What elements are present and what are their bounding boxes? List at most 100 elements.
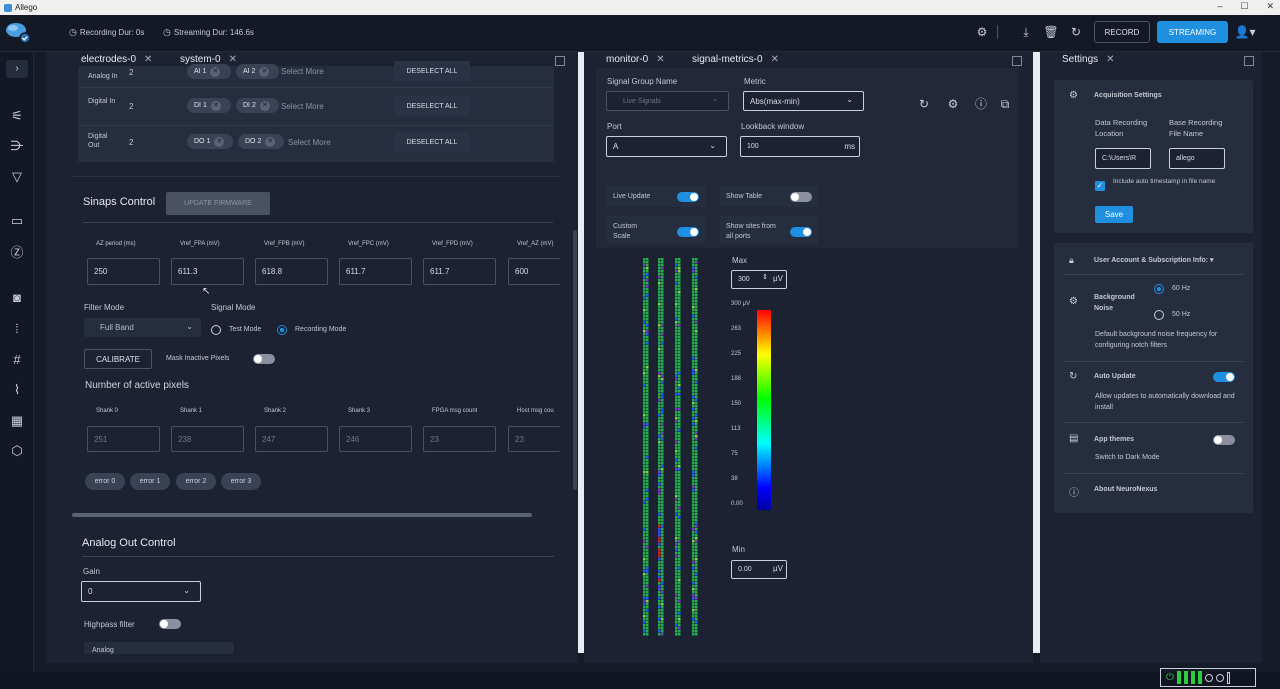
close-tab-icon[interactable]: ✕ <box>656 54 664 65</box>
dark-mode-toggle[interactable] <box>1213 435 1235 445</box>
signal-group-select[interactable]: Live Signals ⌄ <box>606 91 729 111</box>
refresh-icon[interactable]: ↻ <box>1068 24 1084 40</box>
tab-monitor[interactable]: monitor-0 ✕ <box>606 54 665 65</box>
calibrate-button[interactable]: CALIBRATE <box>84 349 152 369</box>
tab-electrodes[interactable]: electrodes-0 ✕ <box>81 54 152 65</box>
close-tab-icon[interactable]: ✕ <box>1106 54 1114 65</box>
chip[interactable]: DI 1 ✕ <box>187 98 231 113</box>
settings-gear-icon[interactable]: ⚙ <box>974 24 990 40</box>
deselect-all-button[interactable]: DESELECT ALL <box>394 96 470 116</box>
close-tab-icon[interactable]: ✕ <box>771 54 779 65</box>
select-more[interactable]: Select More <box>288 138 331 147</box>
test-mode-radio[interactable] <box>211 325 221 335</box>
waveform-icon[interactable]: ⦙ <box>6 320 28 338</box>
max-input[interactable]: 300 ⇕ µV <box>731 270 787 289</box>
auto-update-toggle[interactable] <box>1213 372 1235 382</box>
help-icon[interactable]: ⓘ <box>973 96 989 112</box>
save-button[interactable]: Save <box>1095 206 1133 223</box>
timestamp-checkbox[interactable]: ✓ <box>1095 181 1105 191</box>
vertical-scrollbar[interactable] <box>573 230 577 490</box>
heatmap-pixel <box>678 288 681 291</box>
trash-icon[interactable]: 🗑 <box>1043 24 1059 40</box>
chip[interactable]: AI 1 ✕ <box>187 64 231 79</box>
gain-select[interactable]: 0 ⌄ <box>81 581 201 602</box>
tab-signal-metrics[interactable]: signal-metrics-0 ✕ <box>692 54 779 65</box>
heatmap-pixel <box>692 516 695 519</box>
metric-select[interactable]: Abs(max-min) ⌄ <box>743 91 864 111</box>
az-period-input[interactable]: 250 <box>87 258 160 285</box>
show-table-toggle[interactable] <box>790 192 812 202</box>
remove-chip-icon[interactable]: ✕ <box>259 66 270 77</box>
refresh-icon[interactable]: ↻ <box>916 96 932 112</box>
download-icon[interactable]: ⤓ <box>1018 24 1034 40</box>
close-tab-icon[interactable]: ✕ <box>229 54 237 65</box>
remove-chip-icon[interactable]: ✕ <box>214 136 225 147</box>
port-select[interactable]: A ⌄ <box>606 136 727 157</box>
show-sites-toggle[interactable] <box>790 227 812 237</box>
streaming-button[interactable]: STREAMING <box>1157 21 1228 43</box>
recording-mode-radio[interactable] <box>277 325 287 335</box>
data-location-input[interactable]: C:\Users\R <box>1095 148 1151 169</box>
custom-scale-toggle[interactable] <box>677 227 699 237</box>
close-window-button[interactable]: ✕ <box>1266 1 1274 12</box>
heatmap-pixel <box>658 579 661 582</box>
base-name-input[interactable]: allego <box>1169 148 1225 169</box>
close-tab-icon[interactable]: ✕ <box>144 54 152 65</box>
stepper-icon[interactable]: ⇕ <box>762 273 768 281</box>
select-more[interactable]: Select More <box>281 102 324 111</box>
chip[interactable]: AI 2 ✕ <box>236 64 279 79</box>
60hz-radio[interactable] <box>1154 284 1164 294</box>
maximize-button[interactable]: ☐ <box>1240 1 1248 12</box>
deselect-all-button[interactable]: DESELECT ALL <box>394 132 470 152</box>
chip[interactable]: DO 1 ✕ <box>187 134 233 149</box>
remove-chip-icon[interactable]: ✕ <box>265 136 276 147</box>
highpass-toggle[interactable] <box>159 619 181 629</box>
vref-fpc-input[interactable]: 611.7 <box>339 258 412 285</box>
vref-fpd-input[interactable]: 611.7 <box>423 258 496 285</box>
remove-chip-icon[interactable]: ✕ <box>210 66 221 77</box>
chip[interactable]: DO 2 ✕ <box>238 134 284 149</box>
pulse-icon[interactable]: ⌇ <box>6 381 28 399</box>
minimize-button[interactable]: – <box>1217 1 1222 12</box>
settings-gear-icon[interactable]: ⚙ <box>945 96 961 112</box>
filter-icon[interactable]: ▽ <box>6 168 28 186</box>
maximize-panel-icon[interactable] <box>1012 56 1022 66</box>
monitor-icon[interactable]: ▭ <box>6 212 28 230</box>
lookback-input[interactable]: 100 ms <box>740 136 860 157</box>
heatmap-pixel <box>692 315 695 318</box>
expand-sidebar-button[interactable]: › <box>6 60 28 78</box>
user-account-title[interactable]: User Account & Subscription Info: ▾ <box>1094 256 1214 264</box>
live-update-toggle[interactable] <box>677 192 699 202</box>
record-button[interactable]: RECORD <box>1094 21 1150 43</box>
user-menu-icon[interactable]: 👤▾ <box>1234 24 1256 40</box>
vref-az-input[interactable]: 600 <box>508 258 560 285</box>
chip[interactable]: DI 2 ✕ <box>236 98 279 113</box>
pixel-grid-icon[interactable]: ▦ <box>6 412 28 430</box>
cube-icon[interactable]: ⬡ <box>6 442 28 460</box>
update-firmware-button[interactable]: UPDATE FIRMWARE <box>166 192 270 215</box>
camera-icon[interactable]: ◙ <box>6 289 28 307</box>
tab-settings[interactable]: Settings ✕ <box>1062 54 1115 65</box>
impedance-z-icon[interactable]: Ⓩ <box>6 244 28 262</box>
vref-fpa-input[interactable]: 611.3 <box>171 258 244 285</box>
maximize-panel-icon[interactable] <box>555 56 565 66</box>
min-input[interactable]: 0.00 µV <box>731 560 787 579</box>
select-more[interactable]: Select More <box>281 67 324 76</box>
vref-fpb-input[interactable]: 618.8 <box>255 258 328 285</box>
filter-mode-select[interactable]: Full Band ⌄ <box>84 318 201 337</box>
horizontal-scrollbar[interactable] <box>72 513 532 517</box>
remove-chip-icon[interactable]: ✕ <box>210 100 221 111</box>
about-link[interactable]: About NeuroNexus <box>1094 486 1157 493</box>
heatmap-pixel <box>695 399 698 402</box>
maximize-panel-icon[interactable] <box>1244 56 1254 66</box>
mask-inactive-toggle[interactable] <box>253 354 275 364</box>
sliders-icon[interactable]: ⚟ <box>6 107 28 125</box>
panel-splitter[interactable] <box>1033 52 1040 653</box>
remove-chip-icon[interactable]: ✕ <box>259 100 270 111</box>
grid-hash-icon[interactable]: # <box>6 351 28 369</box>
heatmap-pixel <box>675 510 678 513</box>
deselect-all-button[interactable]: DESELECT ALL <box>394 61 470 81</box>
50hz-radio[interactable] <box>1154 310 1164 320</box>
signal-routing-icon[interactable]: ⋺ <box>6 137 28 155</box>
popout-icon[interactable]: ⧉ <box>997 96 1013 112</box>
